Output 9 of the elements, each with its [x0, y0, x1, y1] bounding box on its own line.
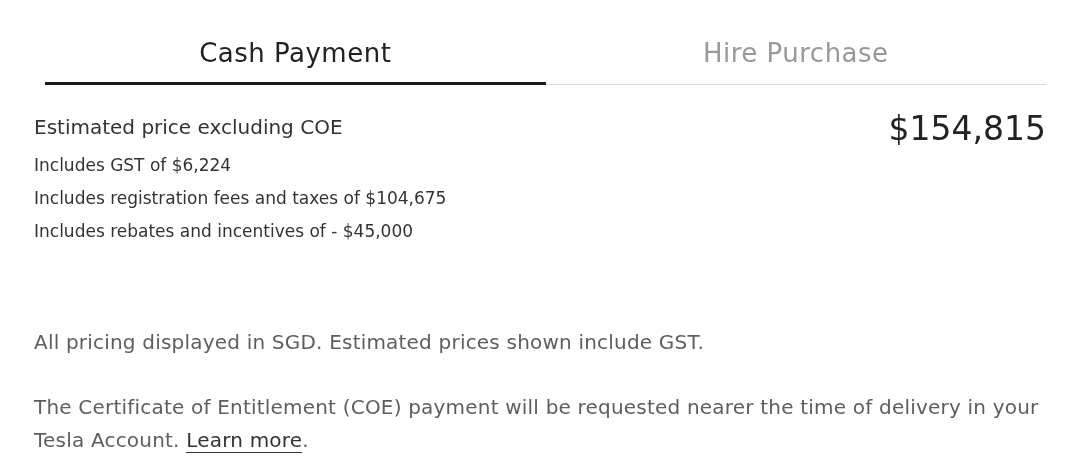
learn-more-link[interactable]: Learn more [186, 428, 303, 453]
price-detail: Includes registration fees and taxes of $104,675 [34, 187, 447, 210]
coe-note: The Certificate of Entitlement (COE) payment will be requested nearer the time of delivery in your Tesla Account. Learn more. [34, 394, 1040, 455]
price-detail: Includes rebates and incentives of - $45,000 [34, 220, 414, 243]
price-detail: Includes GST of $6,224 [34, 154, 232, 177]
pricing-note: All pricing displayed in SGD. Estimated prices shown include GST. [34, 329, 706, 356]
payment-tab[interactable]: Cash Payment [45, 30, 546, 85]
price-label: Estimated price excluding COE [34, 115, 343, 139]
price-amount: $154,815 [888, 109, 1046, 148]
